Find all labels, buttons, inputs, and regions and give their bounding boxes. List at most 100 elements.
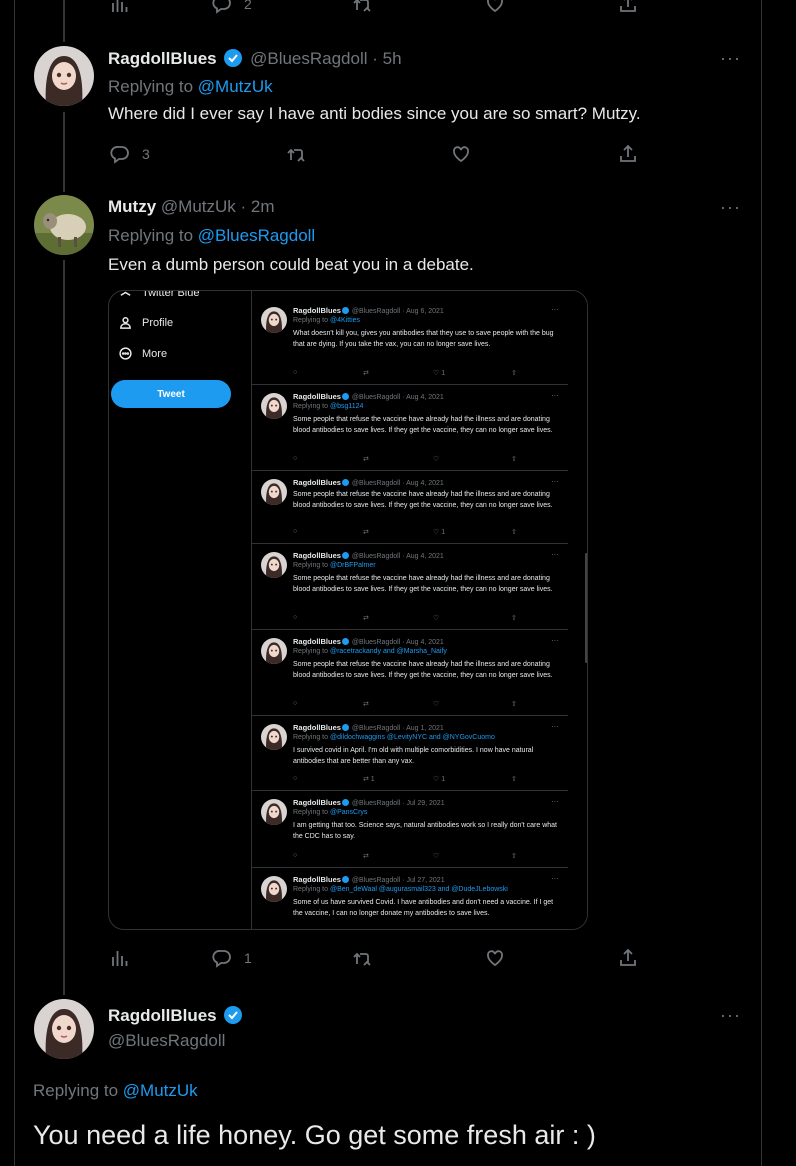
verified-icon	[341, 638, 349, 645]
embedded-more-icon: ···	[551, 874, 559, 883]
embedded-replying-to: Replying to @DrBFPalmer	[293, 562, 376, 569]
reply-count: 3	[142, 146, 150, 162]
display-name[interactable]: Mutzy	[108, 197, 156, 216]
retweet-button[interactable]	[352, 0, 372, 14]
replying-to: Replying to @BluesRagdoll	[108, 226, 315, 246]
more-options-icon[interactable]: ···	[720, 48, 741, 69]
more-circle-icon	[119, 347, 132, 360]
embedded-feed: RagdollBlues @BluesRagdoll · Aug 6, 2021…	[251, 291, 569, 929]
embedded-replying-to: Replying to @dildochwaggins @LevityNYC a…	[293, 734, 495, 741]
twitter-blue-icon	[120, 291, 131, 296]
embedded-replying-to: Replying to @Ben_deWaal @augurasmail323 …	[293, 886, 508, 893]
like-button[interactable]	[485, 0, 505, 14]
share-button[interactable]	[618, 948, 638, 968]
more-options-icon[interactable]: ···	[720, 197, 741, 218]
retweet-button[interactable]	[286, 144, 306, 164]
embedded-share-icon: ⇧	[511, 456, 517, 463]
embedded-retweet-icon: ⇄	[363, 701, 369, 708]
sidebar-item-twitter-blue: Twitter Blue	[119, 290, 200, 299]
thread-line-1	[63, 112, 65, 192]
display-name[interactable]: RagdollBlues	[108, 49, 217, 68]
handle[interactable]: @BluesRagdoll	[250, 49, 367, 68]
embedded-more-icon: ···	[551, 550, 559, 559]
embedded-reply-icon: ○	[293, 775, 298, 782]
tweet-compose-button: Tweet	[111, 380, 231, 408]
embedded-avatar	[261, 307, 287, 333]
mention-link[interactable]: @BluesRagdoll	[198, 226, 315, 245]
embedded-action-bar: ○ ⇄ ♡ 1 ⇧	[293, 369, 533, 379]
mention-link[interactable]: @MutzUk	[123, 1081, 198, 1100]
avatar[interactable]	[34, 195, 94, 255]
embedded-tweet: RagdollBlues @BluesRagdoll · Aug 4, 2021…	[252, 385, 569, 471]
embedded-reply-icon: ○	[293, 528, 298, 535]
embedded-share-icon: ⇧	[511, 853, 517, 860]
attached-screenshot[interactable]: Twitter Blue Profile More Tweet RagdollB…	[108, 290, 588, 930]
verified-icon	[224, 1006, 243, 1024]
timestamp[interactable]: 5h	[383, 49, 402, 68]
like-button[interactable]	[485, 948, 505, 968]
avatar[interactable]	[34, 46, 94, 106]
embedded-display-name: RagdollBlues	[293, 306, 341, 315]
reply-icon	[110, 146, 129, 164]
retweet-button[interactable]	[352, 948, 372, 968]
embedded-replying-to: Replying to @4Kitties	[293, 317, 361, 324]
tweet-text: You need a life honey. Go get some fresh…	[33, 1120, 596, 1150]
embedded-more-icon: ···	[551, 636, 559, 645]
embedded-reply-icon: ○	[293, 852, 298, 859]
verified-icon	[341, 876, 349, 883]
avatar-image	[34, 999, 94, 1059]
embedded-meta: @BluesRagdoll · Jul 27, 2021	[349, 877, 445, 884]
replying-to: Replying to @MutzUk	[33, 1081, 198, 1101]
embedded-replying-to: Replying to @bsg1124	[293, 403, 364, 410]
embedded-action-bar: ○ ⇄ 1 ♡ 1 ⇧	[293, 775, 533, 785]
handle[interactable]: @MutzUk	[161, 197, 236, 216]
embedded-meta: @BluesRagdoll · Jul 29, 2021	[349, 800, 445, 807]
embedded-avatar	[261, 638, 287, 664]
tweet3-name-row: RagdollBlues	[108, 1005, 245, 1026]
embedded-heart-icon: ♡	[433, 615, 440, 622]
separator-dot: ·	[240, 197, 251, 216]
reply-button[interactable]: 2	[212, 0, 252, 14]
heart-icon	[453, 146, 469, 163]
share-button[interactable]	[618, 144, 638, 164]
timestamp[interactable]: 2m	[251, 197, 275, 216]
reply-count: 2	[244, 0, 252, 12]
share-button[interactable]	[618, 0, 638, 14]
embedded-more-icon: ···	[551, 477, 559, 486]
embedded-avatar	[261, 876, 287, 902]
analytics-icon	[112, 951, 128, 966]
embedded-tweet-text: Some people that refuse the vaccine have…	[293, 661, 553, 679]
avatar-image	[34, 46, 94, 106]
embedded-meta: @BluesRagdoll · Aug 6, 2021	[349, 308, 444, 315]
display-name[interactable]: RagdollBlues	[108, 1006, 217, 1025]
replying-prefix: Replying to	[33, 1081, 123, 1100]
embedded-mention: @DrBFPalmer	[329, 562, 376, 569]
embedded-avatar	[261, 479, 287, 505]
embedded-tweet-header: RagdollBlues @BluesRagdoll · Aug 4, 2021	[293, 551, 444, 560]
tweet-text: Where did I ever say I have anti bodies …	[108, 104, 641, 123]
more-options-icon[interactable]: ···	[720, 1005, 741, 1026]
embedded-avatar	[261, 724, 287, 750]
analytics-button[interactable]	[110, 0, 130, 14]
like-button[interactable]	[451, 144, 471, 164]
retweet-icon	[353, 952, 371, 966]
share-icon	[620, 948, 636, 966]
embedded-share-icon: ⇧	[511, 529, 517, 536]
handle[interactable]: @BluesRagdoll	[108, 1031, 225, 1051]
embedded-tweet: RagdollBlues @BluesRagdoll · Aug 4, 2021…	[252, 471, 569, 544]
mention-link[interactable]: @MutzUk	[198, 77, 273, 96]
avatar[interactable]	[34, 999, 94, 1059]
embedded-display-name: RagdollBlues	[293, 723, 341, 732]
sidebar-item-label: Twitter Blue	[142, 290, 200, 299]
embedded-display-name: RagdollBlues	[293, 551, 341, 560]
share-icon	[620, 0, 636, 12]
embedded-more-icon: ···	[551, 305, 559, 314]
embedded-tweet-header: RagdollBlues @BluesRagdoll · Aug 4, 2021	[293, 637, 444, 646]
embedded-tweet-text: Some people that refuse the vaccine have…	[293, 416, 553, 434]
embedded-tweet-header: RagdollBlues @BluesRagdoll · Jul 27, 202…	[293, 875, 445, 884]
embedded-tweet: RagdollBlues @BluesRagdoll · Jul 27, 202…	[252, 868, 569, 929]
reply-button[interactable]: 3	[110, 144, 150, 164]
embedded-meta: @BluesRagdoll · Aug 4, 2021	[349, 394, 444, 401]
analytics-button[interactable]	[110, 948, 130, 968]
reply-button[interactable]: 1	[212, 948, 252, 968]
